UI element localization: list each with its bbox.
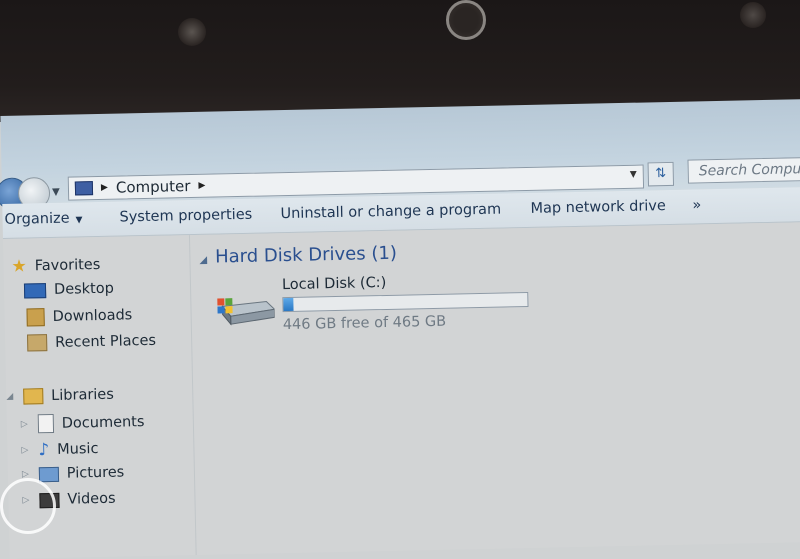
explorer-window: ▼ ▶ Computer ▶ ▼ ⇅ Search Computer Organ… [0, 79, 800, 559]
address-dropdown-icon[interactable]: ▼ [630, 170, 637, 180]
sidebar-item-label: Desktop [53, 280, 115, 298]
recent-places-icon [27, 334, 48, 352]
sidebar-item-label: Libraries [51, 386, 114, 404]
sidebar-item-favorites[interactable]: ★ Favorites [11, 255, 101, 277]
expand-icon[interactable]: ▷ [21, 445, 28, 455]
breadcrumb-separator-icon[interactable]: ▶ [198, 181, 205, 191]
drive-usage-bar [282, 291, 529, 313]
expand-icon[interactable]: ▷ [21, 419, 28, 429]
computer-icon [74, 181, 94, 196]
documents-icon [37, 413, 54, 434]
collapse-icon[interactable]: ◢ [199, 255, 207, 266]
history-dropdown-icon[interactable]: ▼ [52, 187, 60, 198]
sidebar-item-label: Videos [67, 490, 116, 508]
sidebar-item-libraries[interactable]: ◢ Libraries [6, 387, 114, 405]
sidebar-item-label: Recent Places [55, 332, 157, 351]
breadcrumb-computer[interactable]: Computer [116, 177, 191, 197]
more-commands-button[interactable]: » [692, 197, 701, 213]
sidebar-item-music[interactable]: ▷ ♪ Music [21, 439, 98, 461]
content-area: ★ Favorites Desktop Downloads Recent Pla… [2, 221, 800, 559]
hard-drive-icon[interactable] [216, 295, 275, 326]
desktop-icon [23, 282, 47, 299]
search-input[interactable]: Search Computer [687, 156, 800, 184]
libraries-icon [23, 388, 44, 405]
chevron-down-icon: ▼ [75, 215, 83, 226]
sidebar-item-label: Music [57, 441, 99, 458]
screw-icon [178, 18, 206, 46]
refresh-button[interactable]: ⇅ [647, 161, 675, 187]
system-properties-button[interactable]: System properties [119, 207, 252, 226]
pictures-icon [38, 466, 60, 482]
sidebar-item-label: Documents [61, 413, 145, 432]
drive-usage-fill [283, 297, 294, 312]
breadcrumb-separator-icon[interactable]: ▶ [101, 183, 108, 193]
organize-button[interactable]: Organize ▼ [4, 210, 82, 228]
olx-watermark-logo [0, 478, 56, 534]
star-icon: ★ [11, 256, 28, 277]
section-title: Hard Disk Drives (1) [214, 242, 398, 268]
music-icon: ♪ [38, 440, 50, 461]
downloads-icon [26, 308, 45, 327]
drive-free-space: 446 GB free of 465 GB [282, 313, 447, 334]
organize-label: Organize [4, 210, 70, 228]
sidebar-item-downloads[interactable]: Downloads [26, 306, 133, 327]
sidebar-item-documents[interactable]: ▷ Documents [21, 412, 145, 434]
drive-name[interactable]: Local Disk (C:) [282, 275, 387, 293]
uninstall-program-button[interactable]: Uninstall or change a program [280, 202, 501, 223]
expand-icon[interactable]: ◢ [6, 392, 13, 402]
sidebar-item-label: Downloads [52, 307, 133, 325]
webcam-icon [446, 0, 486, 40]
sidebar-item-label: Favorites [34, 256, 101, 275]
sidebar-item-recent-places[interactable]: Recent Places [27, 332, 156, 352]
navigation-bar: ▼ ▶ Computer ▶ ▼ ⇅ Search Computer [0, 98, 800, 211]
map-network-drive-button[interactable]: Map network drive [530, 198, 666, 217]
section-header-hard-disk-drives[interactable]: ◢ Hard Disk Drives (1) [199, 243, 397, 268]
screw-icon [740, 2, 766, 28]
sidebar-item-desktop[interactable]: Desktop [23, 280, 115, 299]
sidebar-item-label: Pictures [66, 464, 125, 482]
